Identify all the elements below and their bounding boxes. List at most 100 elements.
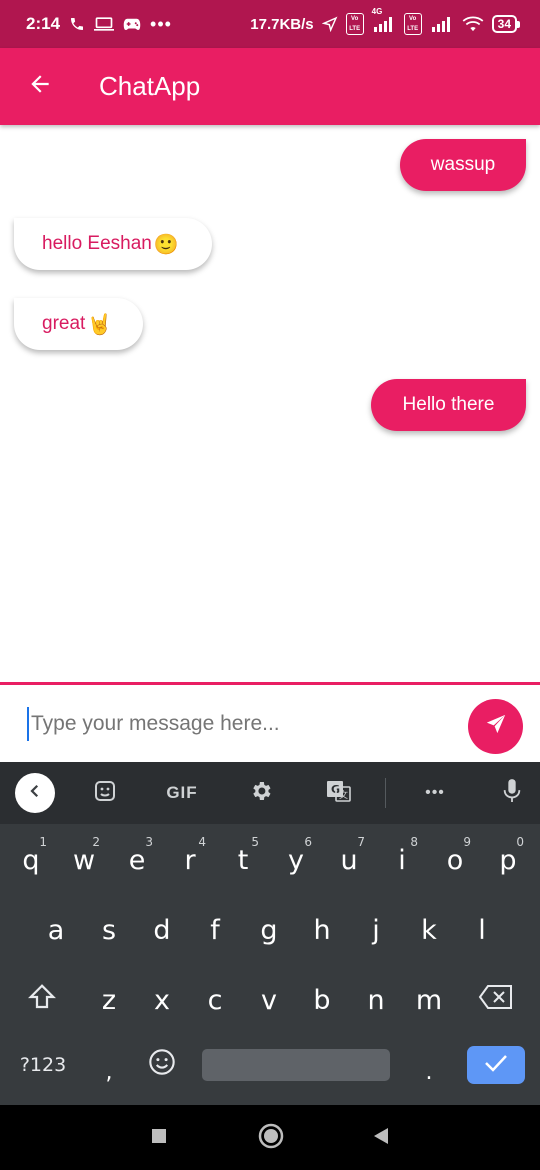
status-bar: 2:14 ••• 17.7KB/s Vo LTE 4G Vo LTE 34 (0, 0, 540, 48)
key-period[interactable]: . (405, 1039, 453, 1091)
triangle-back-icon (372, 1127, 390, 1150)
key-h[interactable]: h (298, 899, 346, 961)
key-label: j (372, 914, 380, 946)
key-c[interactable]: c (191, 969, 239, 1031)
key-hint: 3 (145, 835, 153, 849)
system-nav-bar (0, 1105, 540, 1170)
key-o[interactable]: o9 (431, 829, 479, 891)
message-bubble-received[interactable]: hello Eeshan 🙂 (14, 218, 212, 270)
key-l[interactable]: l (458, 899, 506, 961)
key-q[interactable]: q1 (7, 829, 55, 891)
chevron-left-icon (26, 782, 44, 805)
sticker-button[interactable] (90, 774, 120, 812)
more-options-button[interactable]: ••• (418, 774, 452, 812)
key-p[interactable]: p0 (484, 829, 532, 891)
message-text: great (42, 313, 86, 334)
send-icon (485, 713, 507, 740)
key-x[interactable]: x (138, 969, 186, 1031)
recents-button[interactable] (144, 1123, 174, 1153)
checkmark-icon (483, 1053, 509, 1078)
gear-icon (249, 779, 273, 808)
app-bar: ChatApp (0, 48, 540, 125)
key-n[interactable]: n (352, 969, 400, 1031)
shift-key[interactable] (18, 969, 66, 1031)
key-i[interactable]: i8 (378, 829, 426, 891)
key-label: x (154, 984, 170, 1016)
key-label: m (415, 984, 443, 1016)
key-a[interactable]: a (32, 899, 80, 961)
key-label: z (101, 984, 117, 1016)
enter-key[interactable] (467, 1046, 525, 1084)
keyboard-row-2: a s d f g h j k l (0, 899, 540, 969)
send-button[interactable] (468, 699, 523, 754)
key-j[interactable]: j (352, 899, 400, 961)
location-arrow-icon (321, 16, 338, 32)
key-y[interactable]: y6 (272, 829, 320, 891)
toolbar-divider (385, 778, 386, 808)
arrow-left-icon (27, 71, 53, 102)
key-hint: 6 (304, 835, 312, 849)
voice-input-button[interactable] (498, 774, 526, 812)
rock-hand-emoji-icon: 🤘 (87, 312, 113, 336)
key-g[interactable]: g (245, 899, 293, 961)
key-v[interactable]: v (245, 969, 293, 1031)
key-label: t (237, 844, 249, 876)
back-button[interactable] (0, 48, 80, 125)
key-e[interactable]: e3 (113, 829, 161, 891)
soft-keyboard: GIF G文 ••• q1 w2 e3 r4 t5 y6 u7 i8 o 9 p… (0, 762, 540, 1105)
key-k[interactable]: k (405, 899, 453, 961)
key-z[interactable]: z (85, 969, 133, 1031)
key-d[interactable]: d (138, 899, 186, 961)
keyboard-row-3: z x c v b n m (0, 969, 540, 1039)
status-time: 2:14 (26, 14, 61, 33)
message-bubble-sent[interactable]: wassup (400, 139, 526, 191)
game-controller-icon (123, 16, 141, 32)
emoji-key[interactable] (138, 1039, 186, 1091)
key-label: f (210, 914, 220, 946)
symbols-label: ?123 (19, 1054, 67, 1076)
message-list[interactable]: wassup hello Eeshan 🙂 great 🤘 Hello ther… (0, 125, 540, 682)
backspace-key[interactable] (472, 969, 520, 1031)
battery-icon: 34 (491, 15, 520, 33)
signal-4g-icon: 4G (372, 7, 396, 32)
key-f[interactable]: f (191, 899, 239, 961)
keyboard-row-1: q1 w2 e3 r4 t5 y6 u7 i8 o9 p0 (0, 829, 540, 899)
key-label: u (340, 844, 358, 876)
home-button[interactable] (256, 1123, 286, 1153)
key-b[interactable]: b (298, 969, 346, 1031)
key-w[interactable]: w2 (60, 829, 108, 891)
key-m[interactable]: m (405, 969, 453, 1031)
symbols-key[interactable]: ?123 (14, 1039, 72, 1091)
signal-bars-icon (430, 16, 454, 32)
translate-icon: G文 (326, 779, 352, 808)
message-composer (0, 682, 540, 762)
key-r[interactable]: r4 (166, 829, 214, 891)
key-s[interactable]: s (85, 899, 133, 961)
key-t[interactable]: t5 (219, 829, 267, 891)
message-text: Hello there (402, 394, 495, 415)
back-nav-button[interactable] (366, 1123, 396, 1153)
more-horizontal-icon: ••• (425, 784, 445, 801)
message-bubble-sent[interactable]: Hello there (371, 379, 526, 431)
laptop-icon (94, 16, 115, 32)
settings-button[interactable] (246, 774, 276, 812)
key-hint: 9 (463, 835, 471, 849)
square-icon (151, 1128, 167, 1149)
key-u[interactable]: u7 (325, 829, 373, 891)
gif-button[interactable]: GIF (160, 774, 204, 812)
key-label: n (367, 984, 385, 1016)
message-bubble-received[interactable]: great 🤘 (14, 298, 143, 350)
key-hint: 4 (198, 835, 206, 849)
backspace-icon (478, 984, 514, 1017)
translate-button[interactable]: G文 (324, 774, 354, 812)
key-comma[interactable]: , (85, 1039, 133, 1091)
key-hint: 0 (516, 835, 524, 849)
collapse-keyboard-button[interactable] (15, 773, 55, 813)
message-input[interactable] (27, 707, 447, 741)
key-label: y (288, 844, 304, 876)
key-label: e (128, 844, 146, 876)
spacebar[interactable] (202, 1049, 390, 1081)
svg-text:文: 文 (339, 789, 348, 801)
key-label: o (446, 844, 464, 876)
key-label: g (260, 914, 278, 946)
